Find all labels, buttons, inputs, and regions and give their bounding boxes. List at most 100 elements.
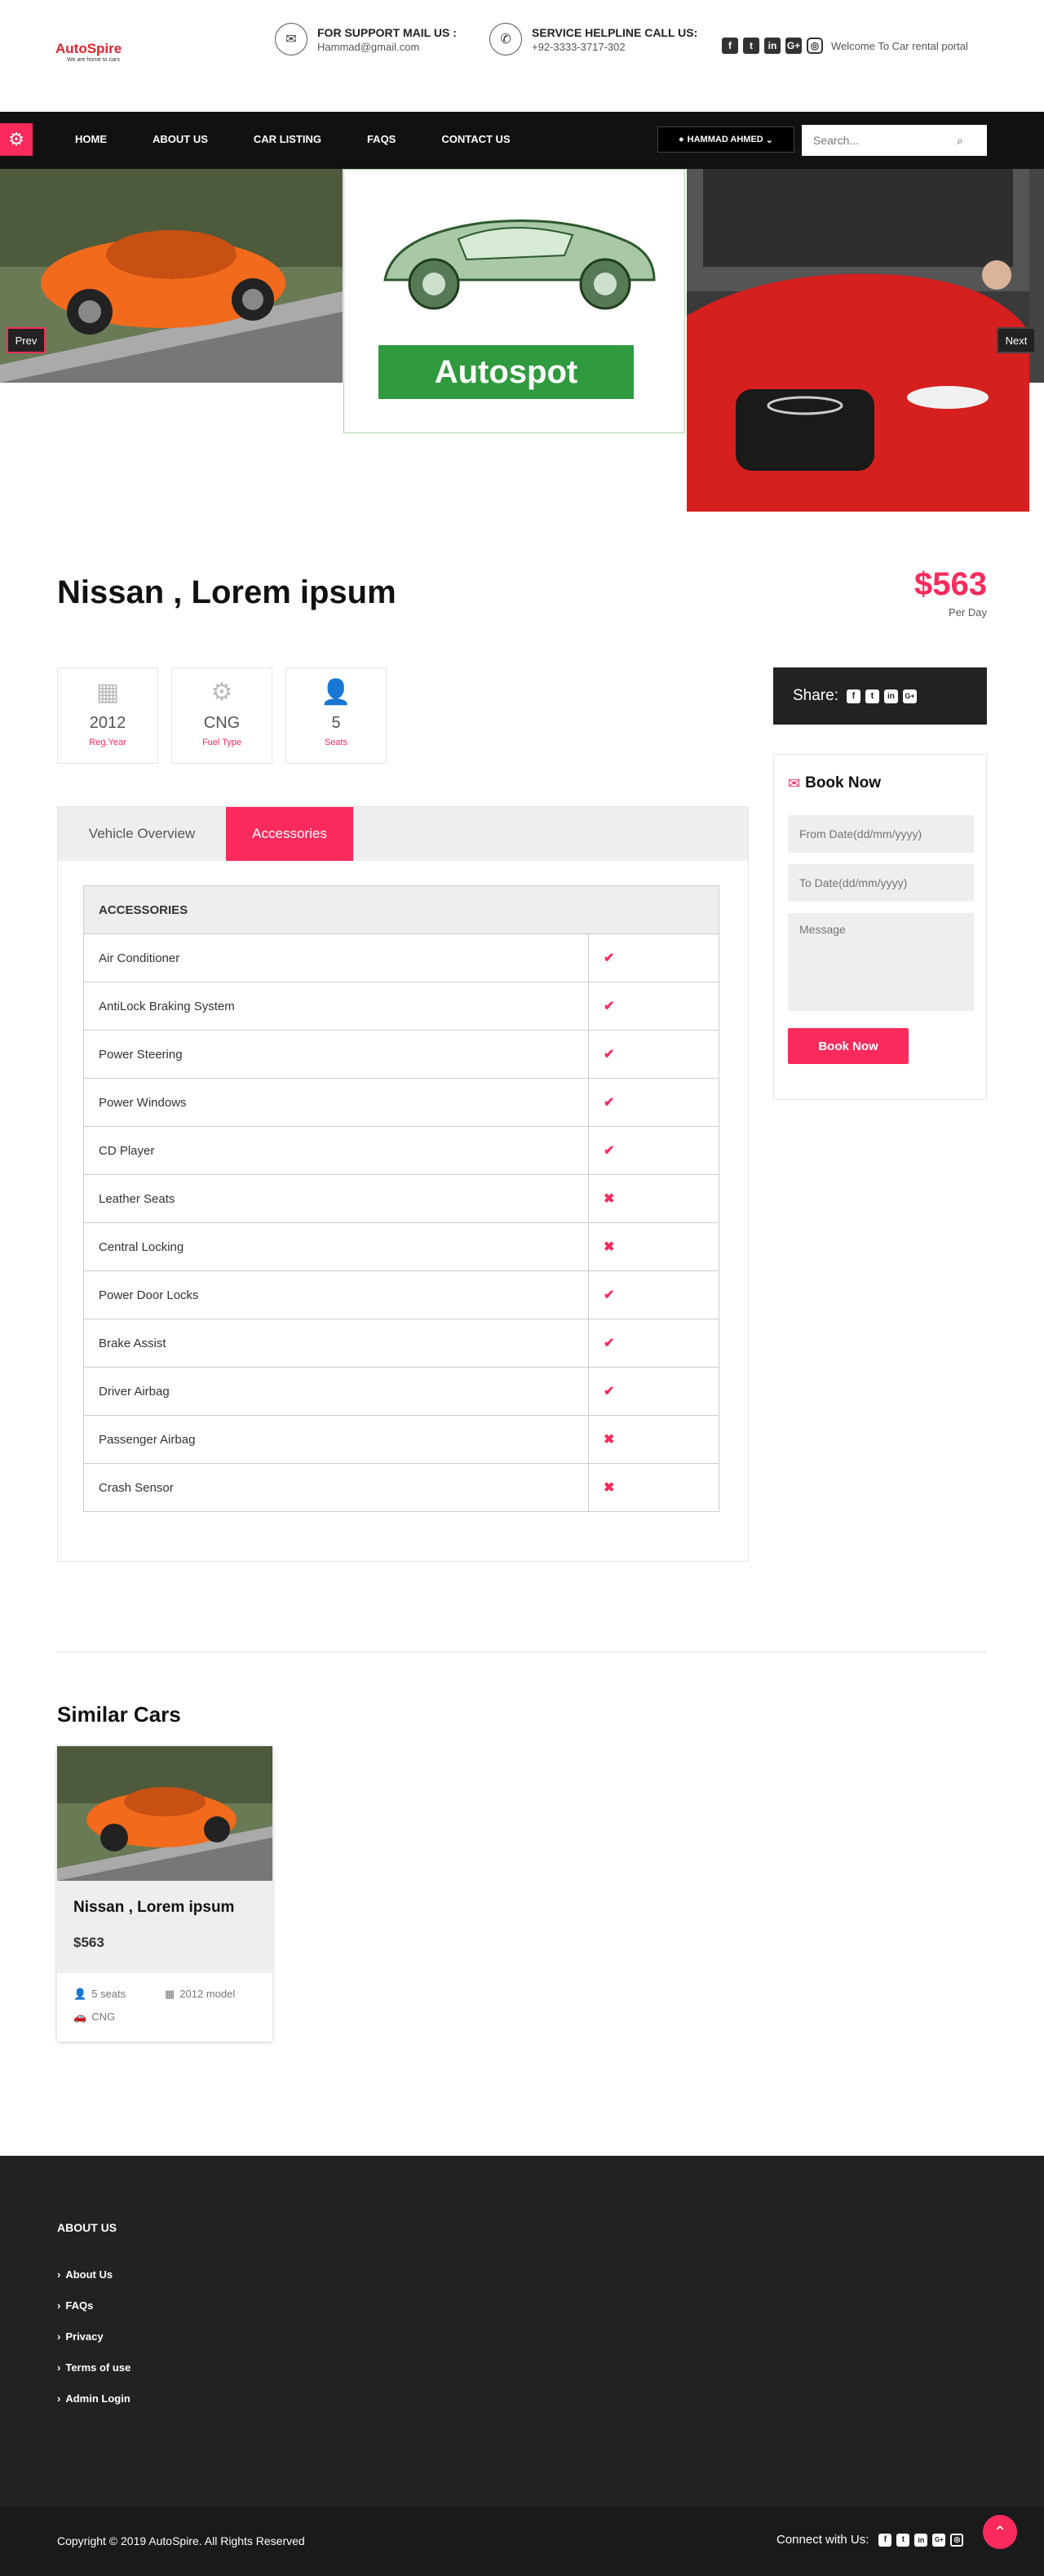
google-plus-icon[interactable]: G+ (932, 2533, 946, 2547)
calendar-icon: ▦ (95, 679, 120, 706)
check-icon: ✔ (604, 1288, 615, 1302)
back-to-top-button[interactable]: ⌃ (983, 2515, 1017, 2549)
chevron-up-icon: ⌃ (993, 2523, 1007, 2542)
details-tab-panel: Vehicle Overview Accessories ACCESSORIES… (57, 806, 749, 1562)
share-box: Share: f t in G+ (773, 667, 987, 725)
nav-about-us[interactable]: ABOUT US (153, 133, 208, 145)
cogs-icon: ⚙ (210, 679, 233, 706)
main-navbar: ⚙ HOME ABOUT US CAR LISTING FAQS CONTACT… (0, 112, 1044, 169)
car-icon: 🚗 (73, 2011, 87, 2023)
user-icon: 👤 (73, 1988, 87, 2000)
footer-link-about-us[interactable]: › About Us (57, 2268, 135, 2281)
autospot-logo-slide: Autospot (343, 169, 685, 433)
booking-heading: ✉ Book Now (788, 774, 972, 792)
similar-cars-title: Similar Cars (57, 1702, 181, 1727)
footer-links: › About Us › FAQs › Privacy › Terms of use ›… (57, 2268, 135, 2423)
search-input[interactable] (802, 126, 957, 155)
sports-car-drawing-icon (383, 219, 656, 310)
accessory-name: Crash Sensor (83, 1463, 589, 1512)
linkedin-icon[interactable]: in (764, 38, 781, 54)
from-date-input[interactable] (788, 815, 974, 853)
message-textarea[interactable] (788, 913, 974, 1011)
user-dropdown[interactable]: ● HAMMAD AHMED ⌄ (657, 126, 794, 153)
facebook-icon[interactable]: f (722, 38, 738, 54)
footer-about-title: ABOUT US (57, 2221, 117, 2234)
footer-link-privacy[interactable]: › Privacy (57, 2330, 135, 2343)
slider-next-button[interactable]: Next (997, 327, 1036, 353)
accessory-status: ✖ (588, 1415, 719, 1464)
brand-logo[interactable]: AutoSpire We are home to cars (55, 41, 122, 63)
search-icon[interactable]: ⌕ (957, 134, 963, 148)
accessories-body: Air Conditioner ✔ AntiLock Braking System ✔… (83, 933, 719, 1512)
feature-fuel-type: ⚙ CNG Fuel Type (171, 667, 272, 764)
accessory-name: Brake Assist (83, 1319, 589, 1368)
book-now-button[interactable]: Book Now (788, 1028, 909, 1064)
feature-value: CNG (203, 714, 241, 732)
header-social: f t in G+ ◎ Welcome To Car rental portal (722, 38, 968, 54)
accessory-name: Power Windows (83, 1078, 589, 1127)
footer-link-label: About Us (65, 2268, 113, 2281)
similar-car-card[interactable]: Nissan , Lorem ipsum $563 👤 5 seats ▦ 2012… (57, 1746, 272, 2042)
similar-car-name[interactable]: Nissan , Lorem ipsum (73, 1899, 256, 1917)
footer-bottom-bar: Copyright © 2019 AutoSpire. All Rights R… (0, 2507, 1044, 2576)
accessory-status: ✖ (588, 1222, 719, 1271)
similar-car-specs: 👤 5 seats ▦ 2012 model 🚗 CNG (57, 1973, 272, 2042)
cross-icon: ✖ (604, 1192, 615, 1206)
tab-accessories[interactable]: Accessories (226, 807, 353, 861)
nav-car-listing[interactable]: CAR LISTING (254, 133, 321, 145)
accessory-name: AntiLock Braking System (83, 982, 589, 1031)
car-image-slider: Autospot Prev Next (0, 169, 1044, 512)
tab-bar: Vehicle Overview Accessories (58, 807, 748, 861)
footer-link-terms[interactable]: › Terms of use (57, 2361, 135, 2374)
brand-name: AutoSpire (55, 41, 122, 56)
nav-menu: HOME ABOUT US CAR LISTING FAQS CONTACT U… (75, 133, 556, 145)
envelope-icon: ✉ (788, 774, 801, 791)
linkedin-icon[interactable]: in (914, 2533, 928, 2547)
twitter-icon[interactable]: t (896, 2533, 910, 2547)
nav-contact-us[interactable]: CONTACT US (441, 133, 510, 145)
tab-vehicle-overview[interactable]: Vehicle Overview (58, 807, 226, 861)
brand-tagline: We are home to cars (67, 57, 120, 63)
instagram-icon[interactable]: ◎ (950, 2533, 964, 2547)
helpline-title: SERVICE HELPLINE CALL US: (532, 25, 698, 39)
check-icon: ✔ (604, 951, 615, 965)
support-email: Hammad@gmail.com (317, 40, 420, 53)
copyright-text: Copyright © 2019 AutoSpire. All Rights R… (57, 2534, 305, 2547)
accessory-name: Leather Seats (83, 1174, 589, 1223)
slide-red-car-image (687, 169, 1029, 512)
slider-prev-button[interactable]: Prev (7, 327, 46, 353)
google-plus-icon[interactable]: G+ (902, 689, 917, 703)
facebook-icon[interactable]: f (846, 689, 860, 703)
check-icon: ✔ (604, 1385, 615, 1399)
share-label: Share: (793, 687, 838, 704)
google-plus-icon[interactable]: G+ (785, 38, 802, 54)
car-title: Nissan , Lorem ipsum (57, 574, 396, 610)
settings-gear-icon[interactable]: ⚙ (0, 123, 33, 156)
twitter-icon[interactable]: t (865, 689, 879, 703)
accessory-row: Air Conditioner ✔ (83, 933, 719, 982)
autospot-logo-text: Autospot (378, 345, 634, 399)
facebook-icon[interactable]: f (878, 2533, 892, 2547)
accessory-status: ✔ (588, 1319, 719, 1368)
linkedin-icon[interactable]: in (883, 689, 898, 703)
footer-link-admin-login[interactable]: › Admin Login (57, 2392, 135, 2405)
similar-car-model: 2012 model (179, 1988, 236, 2000)
user-name: HAMMAD AHMED (687, 135, 763, 144)
footer-link-faqs[interactable]: › FAQs (57, 2299, 135, 2312)
nav-home[interactable]: HOME (75, 133, 107, 145)
accessory-name: Power Door Locks (83, 1270, 589, 1319)
to-date-input[interactable] (788, 864, 974, 902)
similar-car-image (57, 1746, 272, 1881)
support-mail: ✉ FOR SUPPORT MAIL US : Hammad@gmail.com (275, 23, 457, 55)
similar-car-fuel: CNG (91, 2011, 116, 2023)
accessory-row: Driver Airbag ✔ (83, 1367, 719, 1416)
support-title: FOR SUPPORT MAIL US : (317, 25, 457, 39)
price-unit: Per Day (949, 606, 987, 619)
check-icon: ✔ (604, 1048, 615, 1062)
accessory-name: Passenger Airbag (83, 1415, 589, 1464)
search-box: ⌕ (802, 125, 987, 156)
nav-faqs[interactable]: FAQS (367, 133, 396, 145)
instagram-icon[interactable]: ◎ (807, 38, 823, 54)
check-icon: ✔ (604, 1144, 615, 1158)
twitter-icon[interactable]: t (743, 38, 759, 54)
